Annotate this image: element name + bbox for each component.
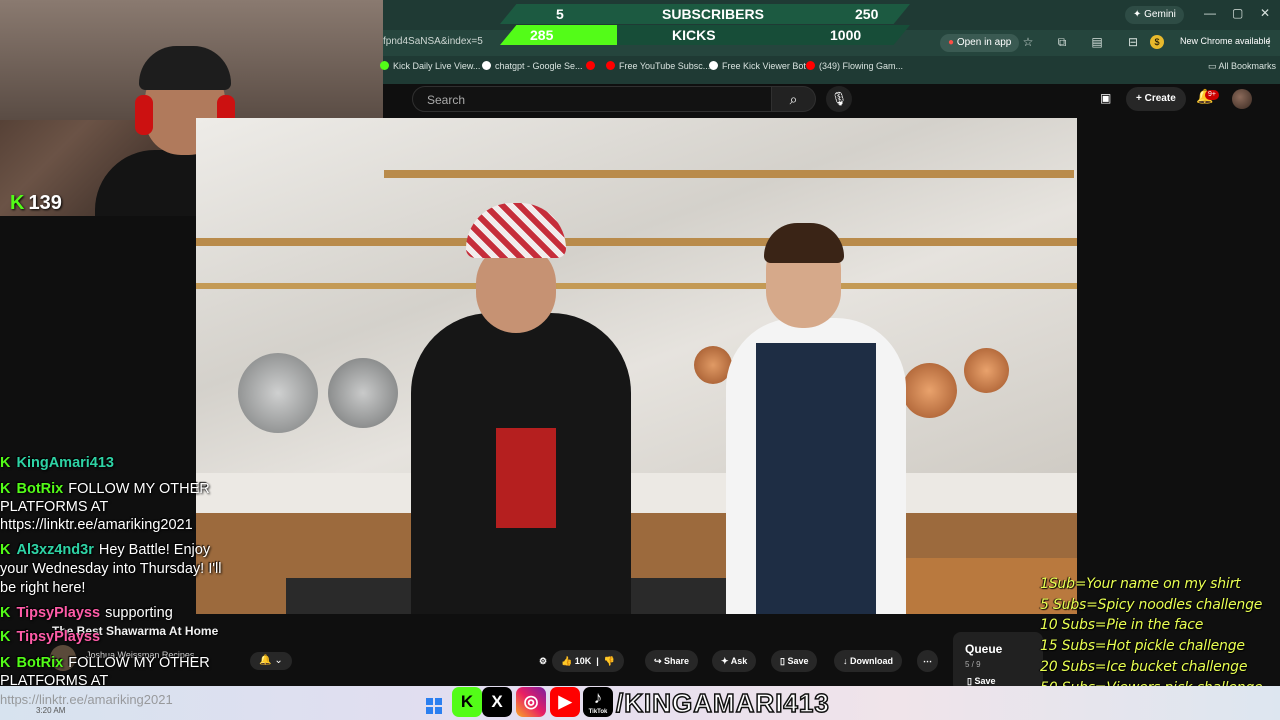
like-button[interactable]: 👍 10K | 👎 xyxy=(552,650,624,672)
star-icon[interactable]: ☆ xyxy=(1021,35,1035,49)
microphone-icon[interactable]: 🎙 xyxy=(826,86,852,112)
windows-icon[interactable] xyxy=(426,698,442,714)
kick-badge-icon: K xyxy=(0,542,11,558)
bookmark-kick-viewer[interactable]: Free Kick Viewer Bot xyxy=(709,61,806,71)
x-icon: X xyxy=(482,687,512,717)
bookmark-chatgpt[interactable]: chatgpt - Google Se... xyxy=(482,61,583,71)
youtube-icon: ▶ xyxy=(550,687,580,717)
chat-text: your Wednesday into Thursday! I'll xyxy=(0,561,222,577)
chat-username: TipsyPlayss xyxy=(16,605,101,621)
chat-text: https://linktr.ee/amariking2021 xyxy=(0,517,193,533)
kicks-progress-bar xyxy=(500,25,617,45)
bookmark-flowing[interactable]: (349) Flowing Gam... xyxy=(806,61,903,71)
chat-text: be right here! xyxy=(0,580,86,596)
sub-goal-item: 5 Subs=Spicy noodles challenge xyxy=(1040,596,1263,613)
ask-button[interactable]: ✦ Ask xyxy=(712,650,757,672)
tiktok-icon: ♪ TikTok xyxy=(583,687,613,717)
bookmark-youtube[interactable] xyxy=(586,61,599,71)
sub-goal-item: 20 Subs=Ice bucket challenge xyxy=(1040,658,1248,675)
close-icon[interactable]: ✕ xyxy=(1260,6,1270,20)
sub-goal-item: 1Sub=Your name on my shirt xyxy=(1040,576,1241,592)
youtube-icon xyxy=(586,61,595,70)
folder-icon: ▭ xyxy=(1208,61,1217,71)
search-icon[interactable]: ⌕ xyxy=(772,86,816,112)
more-icon[interactable]: ⋯ xyxy=(917,650,938,672)
save-button[interactable]: ▯ Save xyxy=(771,650,818,672)
chat-message: K Al3xz4nd3r Hey Battle! Enjoy xyxy=(0,541,260,560)
viewer-count: K 139 xyxy=(10,192,62,214)
kick-badge-icon: K xyxy=(0,655,11,671)
video-player[interactable] xyxy=(196,118,1077,614)
url-text[interactable]: fpnd4SaNSA&index=5 xyxy=(383,36,483,47)
chat-message: K BotRix FOLLOW MY OTHER xyxy=(0,654,260,673)
menu-icon[interactable]: ⋮ xyxy=(1262,35,1276,49)
avatar[interactable] xyxy=(1232,89,1252,109)
instagram-icon: ◎ xyxy=(516,687,546,717)
chef-right xyxy=(716,208,916,614)
kick-icon xyxy=(380,61,389,70)
google-icon xyxy=(482,61,491,70)
chat-username: BotRix xyxy=(16,655,64,671)
kick-badge-icon: K xyxy=(0,629,11,645)
youtube-icon xyxy=(806,61,815,70)
cast-icon[interactable]: ⊟ xyxy=(1126,35,1140,49)
chat-username: KingAmari413 xyxy=(16,455,114,471)
all-bookmarks[interactable]: ▭ All Bookmarks xyxy=(1208,61,1276,72)
bookmark-kick[interactable]: Kick Daily Live View... xyxy=(380,61,480,71)
side-panel-icon[interactable]: ▤ xyxy=(1090,35,1104,49)
chat-text: PLATFORMS AT xyxy=(0,499,109,515)
chat-text: FOLLOW MY OTHER xyxy=(68,655,210,671)
gemini-button[interactable]: ✦ Gemini xyxy=(1125,6,1184,24)
chat-username: Al3xz4nd3r xyxy=(16,542,94,558)
sub-goal-item: 10 Subs=Pie in the face xyxy=(1040,617,1204,634)
chef-left xyxy=(401,203,641,614)
youtube-icon xyxy=(606,61,615,70)
chat-message: https://linktr.ee/amariking2021 xyxy=(0,516,260,535)
search-input[interactable]: Search xyxy=(412,86,772,112)
queue-title: Queue xyxy=(965,642,1003,656)
kick-icon: K xyxy=(452,687,482,717)
globe-icon xyxy=(709,61,718,70)
chat-message: PLATFORMS AT xyxy=(0,498,260,517)
minimize-icon[interactable]: — xyxy=(1204,6,1216,20)
chat-message: K TipsyPlayss xyxy=(0,628,260,647)
extensions-icon[interactable]: ⧉ xyxy=(1055,35,1069,49)
queue-count: 5 / 9 xyxy=(965,660,981,669)
share-button[interactable]: ↪ Share xyxy=(645,650,699,672)
youtube-icon: ● xyxy=(948,37,955,48)
subscriber-goal: 5 SUBSCRIBERS 250 xyxy=(500,4,910,24)
chat-message: K TipsyPlayss supporting xyxy=(0,604,260,623)
kick-badge-icon: K xyxy=(0,455,11,471)
footer-link: https://linktr.ee/amariking2021 xyxy=(0,692,173,707)
new-chrome-available[interactable]: New Chrome available xyxy=(1180,36,1271,46)
chat-text: FOLLOW MY OTHER xyxy=(68,481,210,497)
profile-icon[interactable]: $ xyxy=(1150,35,1164,49)
kick-icon: K xyxy=(10,192,25,214)
chat-username: BotRix xyxy=(16,481,64,497)
maximize-icon[interactable]: ▢ xyxy=(1232,6,1243,20)
chat-message: K KingAmari413 xyxy=(0,454,260,473)
chat-message: be right here! xyxy=(0,579,260,598)
chat-text: Hey Battle! Enjoy xyxy=(98,542,211,558)
cast-icon[interactable]: ▣ xyxy=(1100,91,1111,105)
bookmark-free-youtube[interactable]: Free YouTube Subsc... xyxy=(606,61,710,71)
stats-banner: 5 SUBSCRIBERS 250 285 KICKS 1000 xyxy=(500,3,910,45)
streamer-handle: /KINGAMARI413 xyxy=(615,687,830,719)
sub-goal-item: 15 Subs=Hot pickle challenge xyxy=(1040,638,1245,655)
kick-badge-icon: K xyxy=(0,605,11,621)
chat-message: your Wednesday into Thursday! I'll xyxy=(0,560,260,579)
chat-username: TipsyPlayss xyxy=(16,629,101,645)
create-button[interactable]: + Create xyxy=(1126,87,1186,111)
chat-text: supporting xyxy=(105,605,173,621)
chat-message: K BotRix FOLLOW MY OTHER xyxy=(0,480,260,499)
clock: 3:20 AM xyxy=(36,706,66,715)
kicks-goal: 285 KICKS 1000 xyxy=(500,25,910,45)
kick-badge-icon: K xyxy=(0,481,11,497)
open-in-app-button[interactable]: ● Open in app xyxy=(940,34,1020,52)
notification-badge: 9+ xyxy=(1205,90,1219,100)
download-button[interactable]: ↓ Download xyxy=(834,650,903,672)
